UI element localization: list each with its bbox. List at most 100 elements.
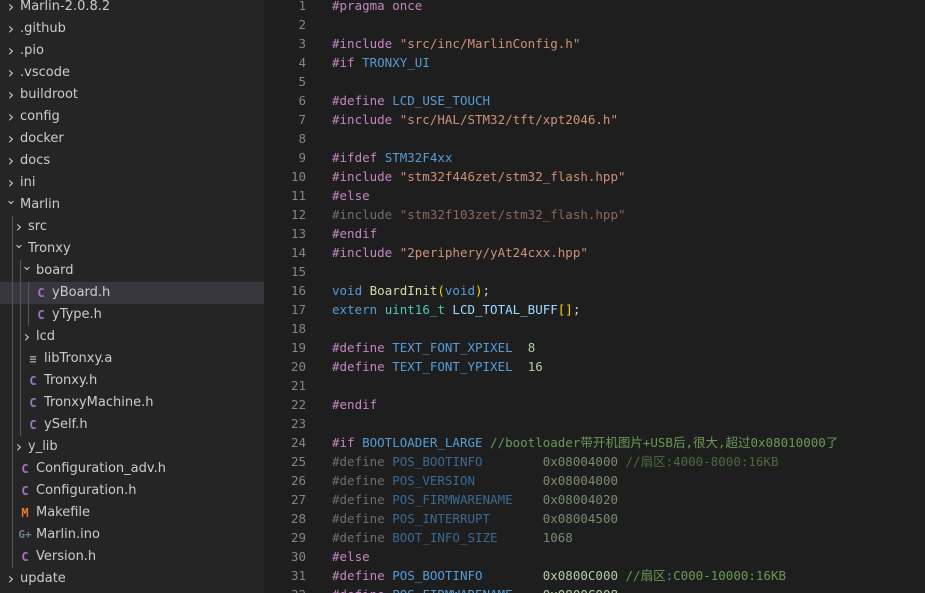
explorer-folder[interactable]: › .pio bbox=[0, 40, 264, 62]
code-line[interactable]: 24 #if BOOTLOADER_LARGE //bootloader带开机图片… bbox=[264, 433, 925, 452]
code-line[interactable]: 30 #else bbox=[264, 547, 925, 566]
chevron-down-icon[interactable]: ⌄ bbox=[21, 260, 33, 274]
line-source: extern uint16_t LCD_TOTAL_BUFF[]; bbox=[332, 300, 580, 319]
explorer-file[interactable]: C Tronxy.h bbox=[0, 370, 264, 392]
explorer-folder[interactable]: ⌄ Tronxy bbox=[0, 238, 264, 260]
c-file-icon: C bbox=[29, 374, 37, 388]
chevron-down-icon[interactable]: ⌄ bbox=[13, 238, 25, 252]
indent-guide bbox=[20, 304, 21, 326]
explorer-folder[interactable]: › .github bbox=[0, 18, 264, 40]
code-line[interactable]: 5 bbox=[264, 72, 925, 91]
chevron-right-icon[interactable]: › bbox=[5, 106, 17, 128]
explorer-item-label: Tronxy.h bbox=[44, 373, 98, 388]
code-line[interactable]: 31 #define POS_BOOTINFO 0x0800C000 //扇区:C… bbox=[264, 566, 925, 585]
code-line[interactable]: 11 #else bbox=[264, 186, 925, 205]
code-line[interactable]: 1 #pragma once bbox=[264, 0, 925, 15]
code-token: BoardInit bbox=[369, 283, 438, 298]
explorer-folder[interactable]: › docs bbox=[0, 150, 264, 172]
explorer-folder[interactable]: › src bbox=[0, 216, 264, 238]
explorer-folder[interactable]: › update bbox=[0, 568, 264, 590]
code-line[interactable]: 32 #define POS_FIRMWARENAME 0x0800C008 bbox=[264, 585, 925, 593]
line-number: 13 bbox=[290, 226, 306, 241]
line-number: 15 bbox=[290, 264, 306, 279]
code-line[interactable]: 3 #include "src/inc/MarlinConfig.h" bbox=[264, 34, 925, 53]
chevron-right-icon[interactable]: › bbox=[5, 172, 17, 194]
chevron-down-icon[interactable]: ⌄ bbox=[5, 194, 17, 208]
explorer-file[interactable]: CySelf.h bbox=[0, 414, 264, 436]
explorer-file[interactable]: C Configuration.h bbox=[0, 480, 264, 502]
code-line[interactable]: 23 bbox=[264, 414, 925, 433]
code-token: "stm32f103zet/stm32_flash.hpp" bbox=[399, 207, 626, 222]
chevron-right-icon[interactable]: › bbox=[5, 40, 17, 62]
code-line[interactable]: 14 #include "2periphery/yAt24cxx.hpp" bbox=[264, 243, 925, 262]
explorer-folder[interactable]: › y_lib bbox=[0, 436, 264, 458]
explorer-item-label: Marlin bbox=[20, 197, 60, 212]
chevron-right-icon[interactable]: › bbox=[21, 326, 33, 348]
chevron-right-icon[interactable]: › bbox=[13, 436, 25, 458]
chevron-right-icon[interactable]: › bbox=[5, 0, 17, 18]
line-number: 2 bbox=[298, 17, 306, 32]
explorer-file[interactable]: G+ Marlin.ino bbox=[0, 524, 264, 546]
code-token: #define bbox=[332, 359, 393, 374]
chevron-right-icon[interactable]: › bbox=[5, 128, 17, 150]
explorer-folder[interactable]: › .vscode bbox=[0, 62, 264, 84]
line-source: #endif bbox=[332, 395, 377, 414]
explorer-folder[interactable]: › config bbox=[0, 106, 264, 128]
explorer-file[interactable]: ≡ libTronxy.a bbox=[0, 348, 264, 370]
explorer-file[interactable]: M Makefile bbox=[0, 502, 264, 524]
explorer-item-label: update bbox=[20, 571, 66, 586]
explorer-folder[interactable]: › ini bbox=[0, 172, 264, 194]
explorer-folder[interactable]: › lcd bbox=[0, 326, 264, 348]
code-line[interactable]: 18 bbox=[264, 319, 925, 338]
code-line[interactable]: 13 #endif bbox=[264, 224, 925, 243]
code-line[interactable]: 15 bbox=[264, 262, 925, 281]
code-line[interactable]: 12 #include "stm32f103zet/stm32_flash.hpp… bbox=[264, 205, 925, 224]
explorer-file[interactable]: CyType.h bbox=[0, 304, 264, 326]
explorer-file[interactable]: CyBoard.h bbox=[0, 282, 264, 304]
code-line[interactable]: 20 #define TEXT_FONT_YPIXEL 16 bbox=[264, 357, 925, 376]
line-source: #ifdef STM32F4xx bbox=[332, 148, 452, 167]
explorer-file[interactable]: C TronxyMachine.h bbox=[0, 392, 264, 414]
code-line[interactable]: 27 #define POS_FIRMWARENAME 0x08004020 bbox=[264, 490, 925, 509]
code-line[interactable]: 17 extern uint16_t LCD_TOTAL_BUFF[]; bbox=[264, 300, 925, 319]
explorer-folder[interactable]: ⌄ Marlin bbox=[0, 194, 264, 216]
chevron-right-icon[interactable]: › bbox=[5, 84, 17, 106]
explorer-folder[interactable]: › docker bbox=[0, 128, 264, 150]
code-area[interactable]: 1 #pragma once 2 3 #include "src/inc/MarlinC… bbox=[264, 0, 925, 593]
indent-guide bbox=[12, 546, 13, 568]
code-line[interactable]: 6 #define LCD_USE_TOUCH bbox=[264, 91, 925, 110]
chevron-right-icon[interactable]: › bbox=[5, 18, 17, 40]
chevron-right-icon[interactable]: › bbox=[5, 62, 17, 84]
code-line[interactable]: 7 #include "src/HAL/STM32/tft/xpt2046.h" bbox=[264, 110, 925, 129]
indent-guide bbox=[12, 458, 13, 480]
code-line[interactable]: 28 #define POS_INTERRUPT 0x08004500 bbox=[264, 509, 925, 528]
code-line[interactable]: 16 void BoardInit(void); bbox=[264, 281, 925, 300]
chevron-right-icon[interactable]: › bbox=[5, 568, 17, 590]
code-token: #else bbox=[332, 188, 370, 203]
code-line[interactable]: 10 #include "stm32f446zet/stm32_flash.hpp… bbox=[264, 167, 925, 186]
line-number: 24 bbox=[290, 435, 306, 450]
chevron-right-icon[interactable]: › bbox=[13, 216, 25, 238]
code-editor[interactable]: 1 #pragma once 2 3 #include "src/inc/MarlinC… bbox=[264, 0, 925, 593]
explorer-file[interactable]: C Configuration_adv.h bbox=[0, 458, 264, 480]
code-line[interactable]: 22 #endif bbox=[264, 395, 925, 414]
code-line[interactable]: 21 bbox=[264, 376, 925, 395]
explorer-folder[interactable]: › Marlin-2.0.8.2 bbox=[0, 0, 264, 18]
code-token: ( bbox=[437, 283, 445, 298]
code-line[interactable]: 29 #define BOOT_INFO_SIZE 1068 bbox=[264, 528, 925, 547]
explorer-folder[interactable]: ⌄ board bbox=[0, 260, 264, 282]
code-line[interactable]: 26 #define POS_VERSION 0x08004000 bbox=[264, 471, 925, 490]
code-token: 0x08004000 bbox=[542, 454, 626, 469]
explorer-folder[interactable]: › buildroot bbox=[0, 84, 264, 106]
code-line[interactable]: 4 #if TRONXY_UI bbox=[264, 53, 925, 72]
code-line[interactable]: 25 #define POS_BOOTINFO 0x08004000 //扇区:4… bbox=[264, 452, 925, 471]
explorer-item-label: buildroot bbox=[20, 87, 79, 102]
code-token: BOOTLOADER_LARGE bbox=[362, 435, 491, 450]
explorer-file[interactable]: C Version.h bbox=[0, 546, 264, 568]
code-line[interactable]: 19 #define TEXT_FONT_XPIXEL 8 bbox=[264, 338, 925, 357]
code-token: 0x0800C008 bbox=[543, 587, 618, 593]
chevron-right-icon[interactable]: › bbox=[5, 150, 17, 172]
code-line[interactable]: 2 bbox=[264, 15, 925, 34]
code-line[interactable]: 9 #ifdef STM32F4xx bbox=[264, 148, 925, 167]
code-line[interactable]: 8 bbox=[264, 129, 925, 148]
